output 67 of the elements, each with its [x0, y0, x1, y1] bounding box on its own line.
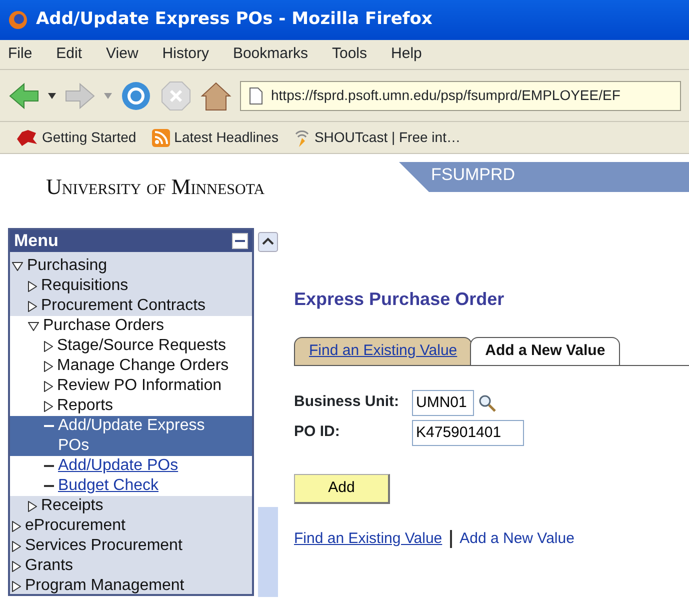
menu-item[interactable]: Edit [56, 43, 82, 66]
page-icon [249, 86, 263, 104]
collapsed-triangle-icon[interactable] [28, 300, 37, 312]
collapsed-triangle-icon[interactable] [28, 280, 37, 292]
menu-folder[interactable]: Grants [25, 556, 74, 576]
link[interactable]: Find an Existing Value [294, 528, 442, 550]
collapsed-triangle-icon[interactable] [12, 580, 21, 592]
link[interactable]: Add a New Value [460, 528, 574, 550]
collapsed-triangle-icon[interactable] [44, 360, 53, 372]
field-label: Business Unit: [294, 392, 400, 412]
menu-folder[interactable]: Purchasing [27, 256, 108, 276]
expanded-triangle-icon[interactable] [28, 322, 39, 330]
bookmark-link[interactable]: Latest Headlines [174, 127, 278, 148]
dropdown-icon [104, 92, 112, 98]
dropdown-icon[interactable] [48, 92, 56, 98]
menu-folder[interactable]: Procurement Contracts [41, 296, 206, 316]
database-banner: FSUMPRD [399, 162, 689, 192]
collapsed-triangle-icon[interactable] [44, 340, 53, 352]
menu-title: Menu [14, 230, 58, 252]
stop-icon [160, 80, 192, 112]
menu-item[interactable]: Help [391, 43, 422, 66]
scrollbar-thumb[interactable] [258, 507, 278, 597]
menu-folder[interactable]: Program Management [25, 576, 184, 594]
scroll-up-icon[interactable] [258, 232, 278, 252]
separator-bar [450, 530, 452, 548]
reload-icon[interactable] [120, 80, 152, 112]
rss-feed-icon [152, 128, 170, 146]
field-label: PO ID: [294, 422, 341, 442]
home-icon[interactable] [200, 80, 232, 112]
address-bar[interactable]: https://fsprd.psoft.umn.edu/psp/fsumprd/EMPLOYEE/EF [240, 80, 681, 110]
dragon-icon [16, 128, 38, 146]
collapse-icon[interactable] [232, 233, 248, 249]
menu-folder[interactable]: eProcurement [25, 516, 126, 536]
menu-item[interactable]: Bookmarks [232, 43, 308, 66]
menu-item[interactable]: File [8, 43, 32, 66]
back-arrow-icon[interactable] [8, 82, 40, 110]
collapsed-triangle-icon[interactable] [28, 500, 37, 512]
url-text: https://fsprd.psoft.umn.edu/psp/fsumprd/EMPLOYEE/EF [271, 86, 620, 105]
search-icon[interactable] [478, 394, 496, 412]
firefox-logo-icon [8, 10, 28, 30]
menu-folder[interactable]: Services Procurement [25, 536, 182, 556]
add-button[interactable]: Add [294, 474, 390, 504]
dash-icon [44, 485, 54, 487]
expanded-triangle-icon[interactable] [12, 262, 23, 270]
radio-waves-icon [294, 128, 310, 148]
collapsed-triangle-icon[interactable] [12, 540, 21, 552]
menu-item[interactable]: Tools [332, 43, 368, 66]
menu-folder[interactable]: Receipts [41, 496, 104, 516]
input-field[interactable]: UMN01 [412, 390, 474, 416]
tab[interactable]: Add a New Value [470, 337, 620, 364]
collapsed-triangle-icon[interactable] [12, 560, 21, 572]
university-logo: University of Minnesota [46, 173, 265, 201]
menu-item[interactable]: History [162, 43, 209, 66]
collapsed-triangle-icon[interactable] [44, 380, 53, 392]
bookmark-link[interactable]: Getting Started [42, 127, 136, 148]
forward-arrow-icon [64, 82, 96, 110]
window-title: Add/Update Express POs - Mozilla Firefox [36, 8, 432, 32]
collapsed-triangle-icon[interactable] [44, 400, 53, 412]
dash-icon [44, 465, 54, 467]
input-field[interactable]: K475901401 [412, 420, 524, 446]
page-title: Express Purchase Order [294, 288, 506, 311]
menu-folder[interactable]: Requisitions [41, 276, 128, 296]
collapsed-triangle-icon[interactable] [12, 520, 21, 532]
menu-item[interactable]: View [106, 43, 138, 66]
dash-icon [44, 425, 54, 427]
tab[interactable]: Find an Existing Value [294, 337, 472, 364]
bookmark-link[interactable]: SHOUTcast | Free int… [314, 127, 460, 148]
